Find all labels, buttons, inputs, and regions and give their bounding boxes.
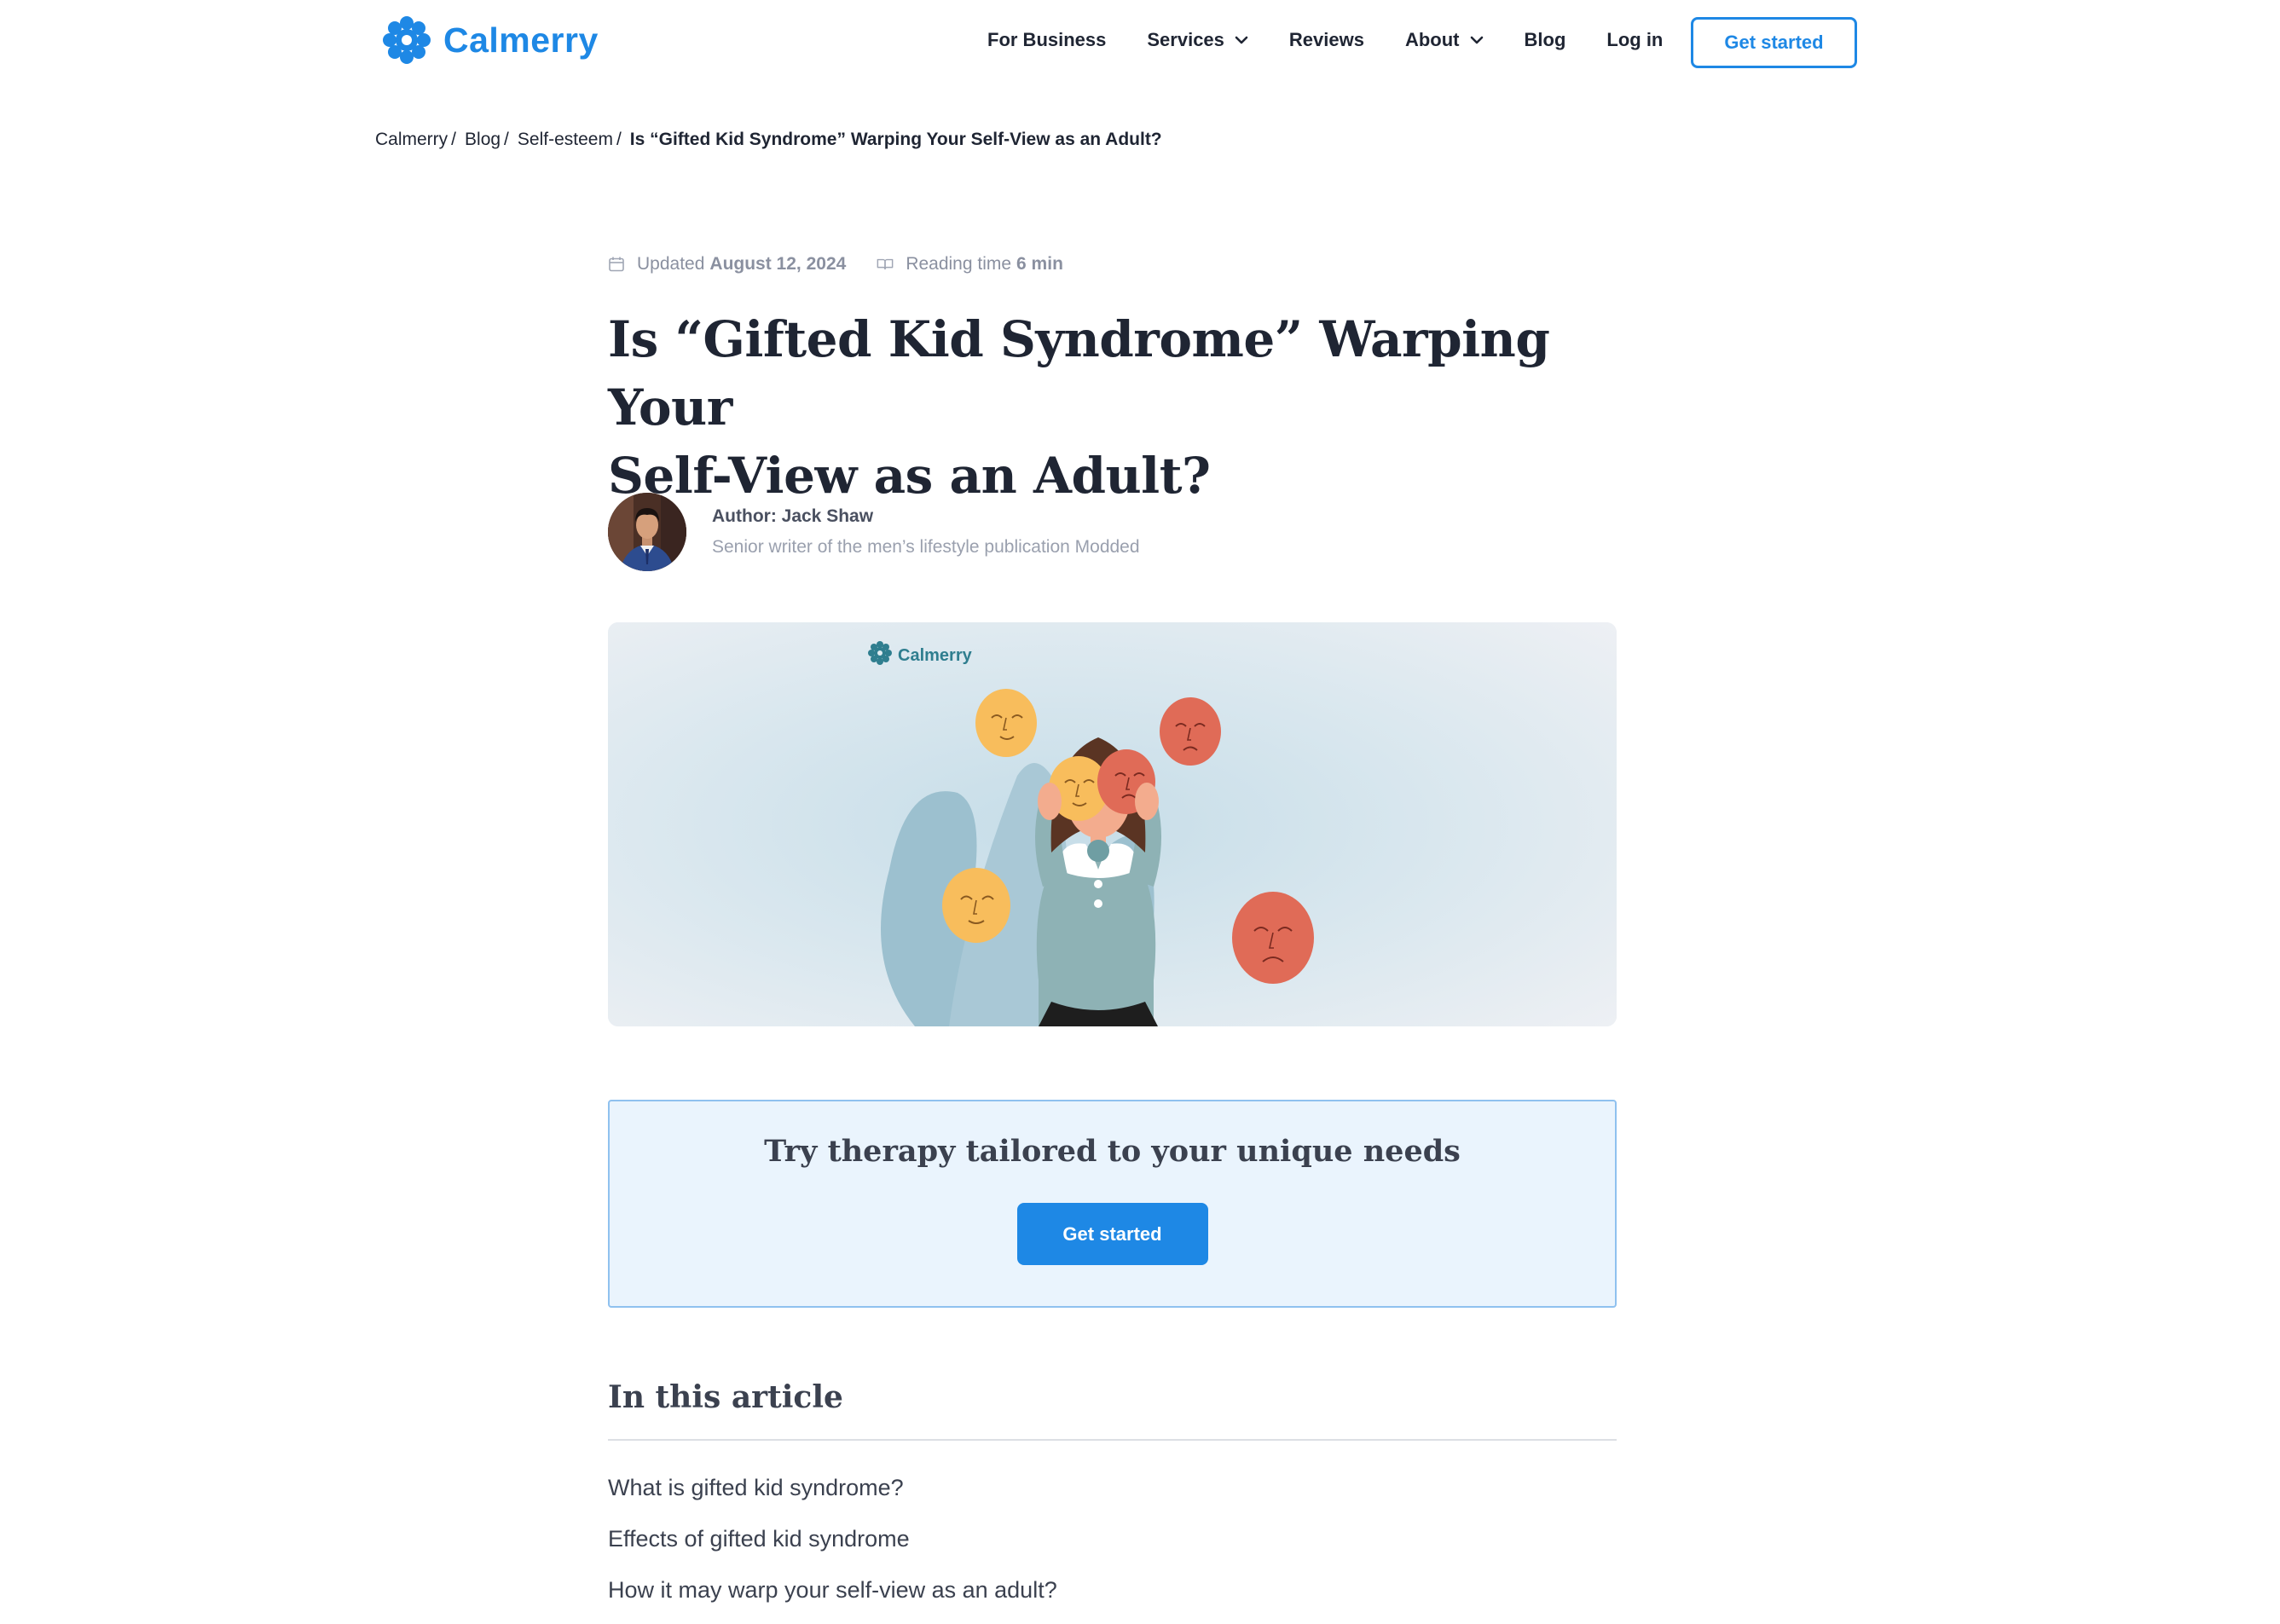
avatar-portrait-icon (608, 493, 686, 571)
get-started-button[interactable]: Get started (1691, 17, 1857, 68)
nav-reviews[interactable]: Reviews (1289, 29, 1364, 51)
nav-blog[interactable]: Blog (1525, 29, 1566, 51)
woman-holding-masks-illustration: Calmerry (608, 622, 1617, 1026)
hero-image: Calmerry (608, 622, 1617, 1026)
site-header: Calmerry For Business Services Reviews A… (0, 0, 2280, 85)
nav-label: For Business (987, 29, 1107, 50)
author-name[interactable]: Author: Jack Shaw (712, 506, 1140, 527)
updated-info: Updated August 12, 2024 (608, 254, 846, 275)
toc-divider (608, 1439, 1617, 1441)
nav-label: Blog (1524, 29, 1566, 50)
toc-item[interactable]: How it may warp your self-view as an adu… (608, 1573, 1617, 1624)
chevron-down-icon (1235, 36, 1248, 44)
cta-get-started-button[interactable]: Get started (1016, 1203, 1208, 1265)
chevron-down-icon (1470, 36, 1483, 44)
reading-time-label: Reading time (906, 254, 1012, 274)
author-block: Author: Jack Shaw Senior writer of the m… (608, 493, 1617, 571)
reading-time-info: Reading time 6 min (877, 254, 1063, 275)
toc-title: In this article (608, 1379, 843, 1415)
updated-date: August 12, 2024 (709, 254, 847, 274)
nav-label: About (1404, 29, 1460, 50)
breadcrumb-current: Is “Gifted Kid Syndrome” Warping Your Se… (629, 130, 1162, 149)
breadcrumb-link-blog[interactable]: Blog (465, 130, 501, 150)
page-title: Is “Gifted Kid Syndrome” Warping Your Se… (608, 305, 1617, 510)
hero-logo-icon (868, 641, 892, 665)
breadcrumb-separator: / (616, 130, 622, 149)
updated-label: Updated (637, 254, 705, 274)
breadcrumb-link-home[interactable]: Calmerry (375, 130, 448, 150)
breadcrumb-link-category[interactable]: Self-esteem (518, 130, 613, 150)
reading-time-value: 6 min (1016, 254, 1063, 274)
book-icon (877, 258, 894, 270)
sad-mask (1232, 892, 1314, 984)
calmerry-logo-icon (383, 16, 431, 64)
nav-about[interactable]: About (1405, 29, 1484, 51)
nav-for-business[interactable]: For Business (987, 29, 1106, 51)
title-line-1: Is “Gifted Kid Syndrome” Warping Your (608, 310, 1550, 436)
article-meta: Updated August 12, 2024 Reading time 6 m… (608, 254, 1617, 275)
toc-list: What is gifted kid syndrome? Effects of … (608, 1471, 1617, 1624)
therapy-cta-box: Try therapy tailored to your unique need… (608, 1100, 1617, 1308)
nav-log-in[interactable]: Log in (1606, 29, 1663, 51)
happy-mask (942, 868, 1010, 943)
cta-title: Try therapy tailored to your unique need… (764, 1134, 1461, 1169)
nav-label: Reviews (1288, 29, 1364, 50)
nav-label: Services (1147, 29, 1224, 50)
logo-text: Calmerry (443, 20, 599, 60)
breadcrumb: Calmerry / Blog / Self-esteem / Is “Gift… (375, 130, 1162, 150)
calendar-icon (609, 257, 624, 272)
sad-mask (1160, 697, 1221, 766)
toc-item[interactable]: What is gifted kid syndrome? (608, 1471, 1617, 1522)
nav-label: Log in (1606, 29, 1664, 50)
author-avatar[interactable] (608, 493, 686, 571)
happy-mask (975, 689, 1037, 757)
toc-item[interactable]: Effects of gifted kid syndrome (608, 1522, 1617, 1573)
author-info: Author: Jack Shaw Senior writer of the m… (712, 506, 1140, 558)
hero-watermark-text: Calmerry (898, 646, 973, 665)
breadcrumb-separator: / (504, 130, 509, 149)
logo[interactable]: Calmerry (382, 15, 599, 65)
breadcrumb-separator: / (451, 130, 457, 149)
nav-services[interactable]: Services (1147, 29, 1248, 51)
author-role: Senior writer of the men’s lifestyle pub… (712, 537, 1140, 557)
main-nav: For Business Services Reviews About Blog… (987, 29, 1663, 51)
